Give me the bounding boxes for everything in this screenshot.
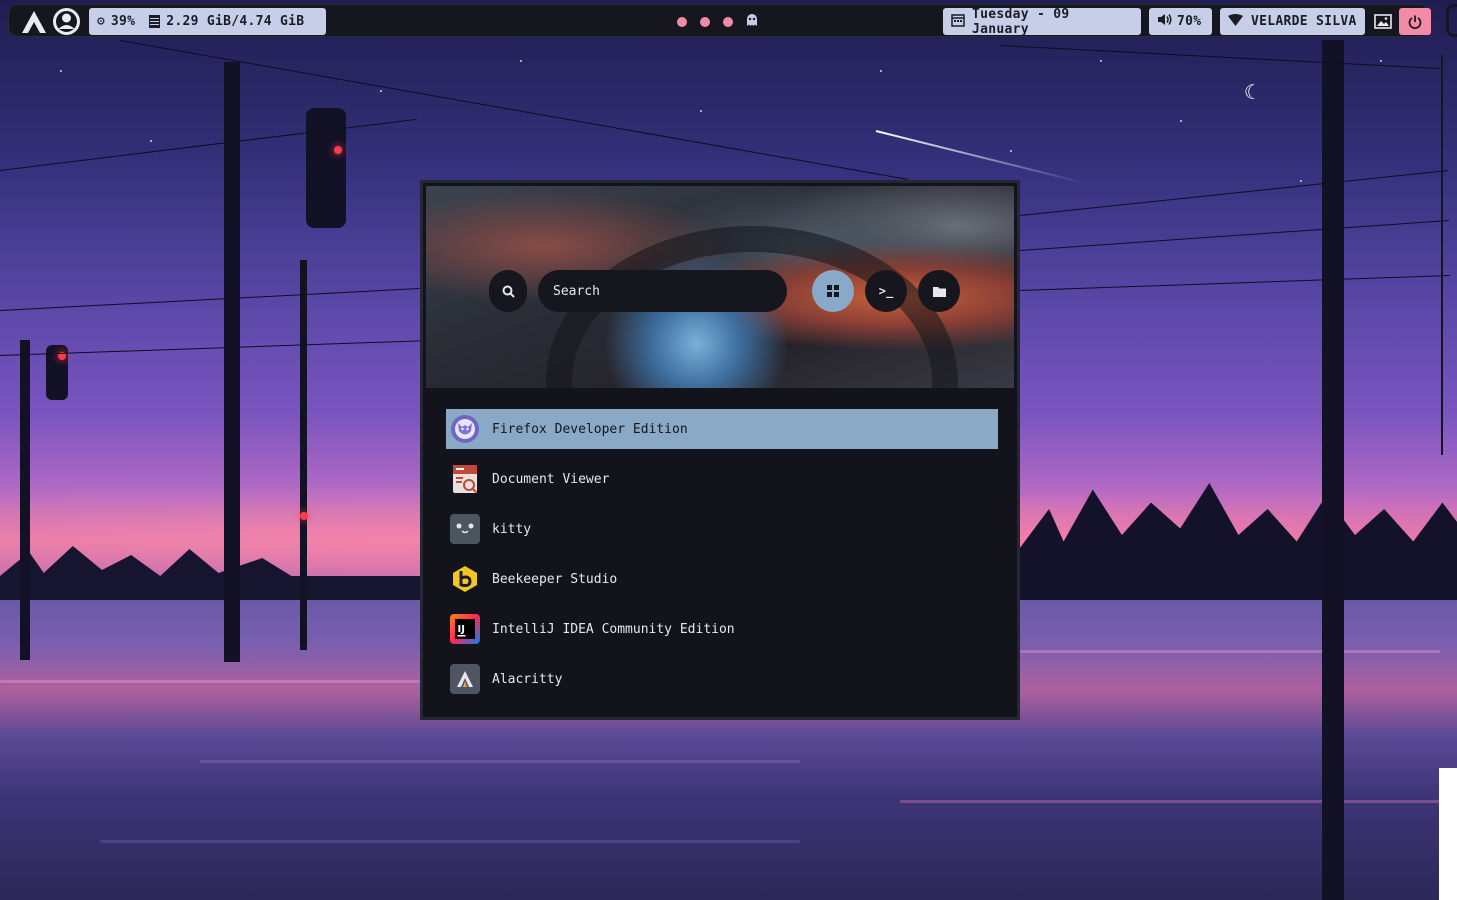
volume-level: 70% (1177, 14, 1202, 29)
workspace-indicators (677, 8, 758, 35)
app-item-intellij-idea[interactable]: IJ IntelliJ IDEA Community Edition (446, 609, 998, 649)
app-launcher: >_ Firefox Developer Edition Document Vi… (420, 180, 1020, 720)
grid-icon (827, 285, 839, 297)
volume-icon (1157, 13, 1172, 30)
app-label: Firefox Developer Edition (492, 421, 688, 437)
app-item-kitty[interactable]: kitty (446, 509, 998, 549)
app-label: IntelliJ IDEA Community Edition (492, 621, 735, 637)
network-name: VELARDE SILVA (1251, 14, 1357, 29)
ghost-icon[interactable] (746, 13, 758, 30)
app-item-document-viewer[interactable]: Document Viewer (446, 459, 998, 499)
window-edge (1441, 55, 1457, 455)
top-status-bar: ⚙ 39% 2.29 GiB/4.74 GiB Tuesday - 09 Jan… (8, 4, 1431, 37)
app-item-alacritty[interactable]: Alacritty (446, 659, 998, 699)
app-label: kitty (492, 521, 532, 537)
beekeeper-icon (450, 564, 480, 594)
launcher-banner-image: >_ (426, 186, 1014, 388)
search-icon (502, 285, 515, 298)
system-stats-module[interactable]: ⚙ 39% 2.29 GiB/4.74 GiB (89, 8, 326, 35)
wallpaper-icon[interactable] (1369, 8, 1396, 35)
cpu-usage: 39% (110, 14, 136, 29)
moon-icon: ☾ (1244, 80, 1257, 104)
terminal-icon: >_ (878, 284, 894, 298)
document-viewer-icon (450, 464, 480, 494)
app-item-beekeeper-studio[interactable]: Beekeeper Studio (446, 559, 998, 599)
app-label: Beekeeper Studio (492, 571, 618, 587)
mode-apps-button[interactable] (812, 270, 854, 312)
volume-module[interactable]: 70% (1149, 8, 1212, 35)
date-text: Tuesday - 09 January (972, 6, 1070, 37)
workspace-dot-3[interactable] (723, 16, 733, 27)
calendar-icon (951, 13, 965, 31)
search-button[interactable] (489, 270, 527, 312)
cpu-icon: ⚙ (97, 14, 105, 29)
alacritty-icon (450, 664, 480, 694)
memory-usage: 2.29 GiB/4.74 GiB (166, 14, 305, 29)
power-button[interactable] (1399, 8, 1431, 35)
mode-run-button[interactable]: >_ (865, 270, 907, 312)
app-label: Document Viewer (492, 471, 610, 487)
window-corner (1439, 768, 1457, 900)
arch-logo-icon[interactable] (19, 8, 49, 35)
date-module[interactable]: Tuesday - 09 January (943, 6, 1141, 37)
app-list: Firefox Developer Edition Document Viewe… (446, 409, 998, 709)
search-input[interactable] (538, 270, 787, 312)
intellij-icon: IJ (450, 614, 480, 644)
mode-files-button[interactable] (918, 270, 960, 312)
network-module[interactable]: VELARDE SILVA (1220, 8, 1365, 35)
workspace-dot-1[interactable] (677, 16, 687, 27)
wifi-icon (1228, 13, 1243, 30)
workspace-dot-2[interactable] (700, 16, 710, 27)
app-label: Alacritty (492, 671, 563, 687)
second-monitor-bar-edge (1446, 4, 1457, 37)
firefox-developer-icon (450, 414, 480, 444)
user-icon[interactable] (53, 8, 80, 35)
svg-text:IJ: IJ (458, 624, 465, 635)
memory-icon (149, 15, 161, 28)
app-item-firefox-developer-edition[interactable]: Firefox Developer Edition (446, 409, 998, 449)
power-icon (1408, 15, 1422, 29)
kitty-icon (450, 514, 480, 544)
folder-icon (932, 286, 946, 297)
